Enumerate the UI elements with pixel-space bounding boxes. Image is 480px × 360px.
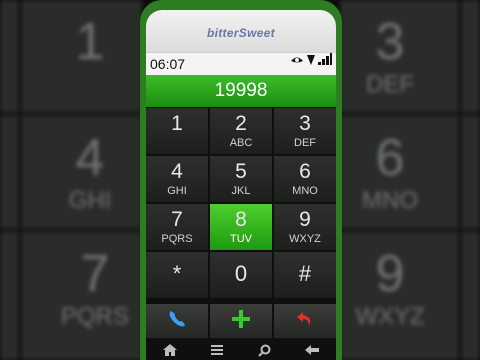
bg-key-digit: 9 xyxy=(375,245,405,303)
background-right-keypad: 3 DEF 6 MNO 9 WXYZ xyxy=(340,0,480,360)
system-nav-bar xyxy=(146,340,336,360)
key-9[interactable]: 9 WXYZ xyxy=(274,204,336,250)
bg-key: 6 MNO xyxy=(340,132,440,214)
key-3[interactable]: 3 DEF xyxy=(274,108,336,154)
plus-icon xyxy=(231,309,251,334)
bg-key-letters: WXYZ xyxy=(355,303,425,330)
menu-icon[interactable] xyxy=(207,342,227,358)
bg-key: 9 WXYZ xyxy=(340,248,440,330)
bg-key-digit: 6 xyxy=(375,129,405,187)
bg-key-letters: GHI xyxy=(68,187,112,214)
key-digit: * xyxy=(172,261,182,286)
bg-key: 3 DEF xyxy=(340,16,440,98)
signal-icon xyxy=(318,52,332,70)
call-button[interactable] xyxy=(146,304,208,338)
key-digit: 4 xyxy=(171,160,183,183)
search-icon[interactable] xyxy=(255,342,275,358)
key-letters: JKL xyxy=(231,185,251,197)
status-bar: 06:07 xyxy=(146,52,336,75)
key-8[interactable]: 8 TUV xyxy=(210,204,272,250)
hangup-back-icon xyxy=(295,309,315,334)
delete-back-button[interactable] xyxy=(274,304,336,338)
phone-screen: bitterSweet 06:07 19998 1 2 ABC 3 DEF 4 … xyxy=(146,10,336,360)
key-digit: 3 xyxy=(299,112,311,135)
key-digit: 7 xyxy=(171,208,183,231)
phone-frame: bitterSweet 06:07 19998 1 2 ABC 3 DEF 4 … xyxy=(140,0,342,360)
bg-key-letters: PQRS xyxy=(60,303,129,330)
key-2[interactable]: 2 ABC xyxy=(210,108,272,154)
key-digit: 1 xyxy=(171,112,183,135)
key-0[interactable]: 0 xyxy=(210,252,272,298)
key-hash[interactable]: # xyxy=(274,252,336,298)
key-letters: MNO xyxy=(292,185,318,197)
add-contact-button[interactable] xyxy=(210,304,272,338)
key-digit: # xyxy=(298,261,312,286)
key-letters: GHI xyxy=(167,185,187,197)
bg-key-digit: 3 xyxy=(375,13,405,71)
dialer-actions xyxy=(146,304,336,338)
bg-key-letters: DEF xyxy=(366,71,414,98)
key-digit: 8 xyxy=(235,208,247,231)
key-7[interactable]: 7 PQRS xyxy=(146,204,208,250)
bg-key: 7 PQRS xyxy=(40,248,142,330)
key-letters: TUV xyxy=(230,233,252,245)
bg-key-digit: 7 xyxy=(80,245,110,303)
key-digit: 6 xyxy=(299,160,311,183)
bg-key-letters: MNO xyxy=(362,187,418,214)
key-star[interactable]: * xyxy=(146,252,208,298)
bg-key: 4 GHI xyxy=(40,132,140,214)
brand-logo: bitterSweet xyxy=(207,26,275,40)
clock: 06:07 xyxy=(150,56,186,72)
phone-icon xyxy=(167,309,187,334)
key-digit: 9 xyxy=(299,208,311,231)
key-digit: 0 xyxy=(234,261,248,286)
bg-key: 1 xyxy=(40,16,140,68)
eye-icon xyxy=(290,52,304,70)
back-arrow-icon[interactable] xyxy=(302,342,322,358)
key-letters: WXYZ xyxy=(289,233,321,245)
dialed-number: 19998 xyxy=(146,75,336,107)
key-letters: PQRS xyxy=(161,233,193,245)
bg-key-digit: 4 xyxy=(75,129,105,187)
home-icon[interactable] xyxy=(160,342,180,358)
bg-key-digit: 1 xyxy=(75,13,105,71)
wifi-icon xyxy=(307,52,315,70)
key-6[interactable]: 6 MNO xyxy=(274,156,336,202)
brand-header: bitterSweet xyxy=(146,10,336,52)
dialpad: 1 2 ABC 3 DEF 4 GHI 5 JKL 6 MNO 7 PQRS 8 TUV 9 W… xyxy=(146,108,336,298)
background-left-keypad: 1 4 GHI 7 PQRS xyxy=(0,0,142,360)
key-digit: 2 xyxy=(235,112,247,135)
key-4[interactable]: 4 GHI xyxy=(146,156,208,202)
key-1[interactable]: 1 xyxy=(146,108,208,154)
status-icons xyxy=(290,53,332,70)
key-letters: ABC xyxy=(229,137,253,149)
key-5[interactable]: 5 JKL xyxy=(210,156,272,202)
key-letters: DEF xyxy=(294,137,316,149)
bg-divider xyxy=(18,0,22,360)
bg-divider xyxy=(458,0,462,360)
key-digit: 5 xyxy=(235,160,247,183)
